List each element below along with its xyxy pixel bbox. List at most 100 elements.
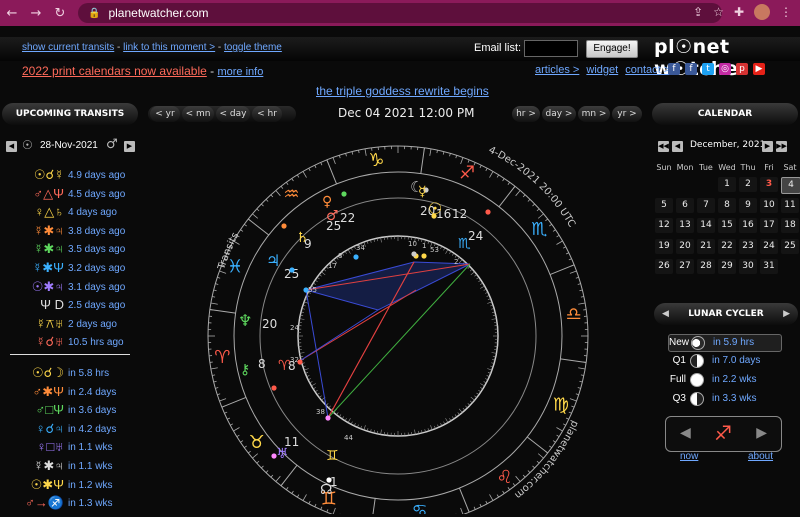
lunar-next-icon[interactable]: ▶ [783, 303, 790, 325]
extensions-icon[interactable]: ✚ [734, 5, 744, 19]
planet-marker[interactable] [289, 267, 295, 273]
planet-marker[interactable] [485, 209, 491, 215]
planet-marker[interactable] [271, 385, 277, 391]
youtube-icon[interactable]: ▶ [753, 63, 765, 75]
address-bar[interactable]: 🔒 planetwatcher.com [78, 3, 722, 23]
prev-date-button[interactable]: ◀ [6, 141, 17, 152]
next-date-button[interactable]: ▶ [124, 141, 135, 152]
transit-row[interactable]: ☿⚻♅ 2 days ago [0, 315, 150, 333]
transit-row[interactable]: ♀□♅ in 1.1 wks [0, 438, 150, 456]
calendar-day[interactable]: 12 [655, 218, 673, 233]
calendar-day[interactable]: 1 [718, 177, 736, 192]
print-calendars-link[interactable]: 2022 print calendars now available [22, 64, 207, 78]
prev-year-button[interactable]: < yr [150, 106, 180, 122]
lunar-phase-row[interactable]: Q3 in 3.3 wks [668, 391, 778, 407]
planet-marker[interactable] [297, 359, 303, 365]
calendar-day[interactable]: 8 [718, 197, 736, 213]
lunar-phase-row[interactable]: Full in 2.2 wks [668, 372, 778, 388]
calendar-day[interactable]: 13 [676, 218, 694, 233]
now-link[interactable]: now [680, 451, 698, 462]
contact-link[interactable]: contact > [625, 64, 670, 76]
planet-marker[interactable] [325, 415, 331, 421]
calendar-day[interactable]: 27 [676, 259, 694, 274]
prev-year-cal-button[interactable]: ◀◀ [658, 141, 669, 152]
share-icon[interactable]: ⇪ [693, 5, 703, 19]
prev-day-button[interactable]: < day [216, 106, 250, 122]
calendar-day[interactable]: 21 [697, 238, 715, 254]
widget-prev-icon[interactable]: ◀ [680, 425, 691, 441]
calendar-day[interactable]: 3 [760, 177, 778, 192]
transit-row[interactable]: ☉✱♃ 3.1 days ago [0, 278, 150, 296]
transit-row[interactable]: ☿✱♃ 3.8 days ago [0, 222, 150, 240]
menu-icon[interactable]: ⋮ [780, 5, 792, 19]
twitter-icon[interactable]: t [702, 63, 714, 75]
calendar-day[interactable]: 5 [655, 197, 673, 213]
transit-row[interactable]: Ψ D 2.5 days ago [0, 296, 150, 314]
articles-link[interactable]: articles > [535, 64, 579, 76]
lunar-phase-row[interactable]: Q1 in 7.0 days [668, 353, 778, 369]
calendar-day[interactable]: 19 [655, 238, 673, 254]
calendar-day[interactable]: 7 [697, 197, 715, 213]
calendar-day[interactable]: 26 [655, 259, 673, 274]
planet-marker[interactable] [411, 251, 417, 257]
calendar-day[interactable]: 25 [781, 238, 799, 254]
calendar-day[interactable]: 9 [739, 197, 757, 213]
next-month-button[interactable]: mn > [578, 106, 610, 122]
transit-row[interactable]: ♀☌♃ in 4.2 days [0, 420, 150, 438]
facebook-icon[interactable]: f [668, 63, 680, 75]
calendar-day[interactable]: 11 [781, 197, 799, 213]
widget-next-icon[interactable]: ▶ [756, 425, 767, 441]
prev-month-button[interactable]: < mn [182, 106, 214, 122]
calendar-day[interactable]: 16 [739, 218, 757, 233]
link-to-moment-link[interactable]: link to this moment > [123, 42, 215, 53]
planet-marker[interactable] [303, 287, 309, 293]
instagram-icon[interactable]: ◎ [719, 63, 731, 75]
calendar-day[interactable]: 23 [739, 238, 757, 254]
planet-marker[interactable] [341, 191, 347, 197]
show-current-transits-link[interactable]: show current transits [22, 42, 114, 53]
about-link[interactable]: about [748, 451, 773, 462]
calendar-day[interactable]: 31 [760, 259, 778, 274]
avatar[interactable] [754, 4, 770, 20]
planet-marker[interactable] [353, 254, 359, 260]
transit-row[interactable]: ♀△♄ 4 days ago [0, 203, 150, 221]
calendar-day[interactable]: 18 [781, 218, 799, 233]
calendar-day[interactable]: 24 [760, 238, 778, 254]
next-hour-button[interactable]: hr > [512, 106, 540, 122]
pinterest-icon[interactable]: p [736, 63, 748, 75]
calendar-day[interactable]: 4 [781, 177, 800, 194]
calendar-day[interactable]: 10 [760, 197, 778, 213]
back-icon[interactable]: ← [0, 6, 24, 21]
calendar-day[interactable]: 22 [718, 238, 736, 254]
calendar-day[interactable]: 15 [718, 218, 736, 233]
toggle-theme-link[interactable]: toggle theme [224, 42, 282, 53]
prev-hour-button[interactable]: < hr [252, 106, 282, 122]
transit-row[interactable]: ♂□Ψ in 3.6 days [0, 401, 150, 419]
transit-row[interactable]: ☿✱♃ in 1.1 wks [0, 457, 150, 475]
next-month-cal-button[interactable]: ▶ [762, 141, 773, 152]
calendar-day[interactable]: 29 [718, 259, 736, 274]
astrology-wheel[interactable]: ♑♐♏♎♍♌♋♊♉♈♓♒ 20 16 122522925208 81112410 1 53… [188, 130, 608, 514]
planet-marker[interactable] [421, 253, 427, 259]
next-day-button[interactable]: day > [542, 106, 576, 122]
more-info-link[interactable]: more info [217, 66, 263, 78]
transit-row[interactable]: ☉✱Ψ in 1.2 wks [0, 476, 150, 494]
next-year-button[interactable]: yr > [612, 106, 642, 122]
calendar-day[interactable]: 28 [697, 259, 715, 274]
transit-row[interactable]: ☿✱♃ 3.5 days ago [0, 240, 150, 258]
transit-row[interactable]: ☿☌♅ 10.5 hrs ago [0, 333, 150, 351]
transit-row[interactable]: ♂△Ψ 4.5 days ago [0, 185, 150, 203]
headline-link[interactable]: the triple goddess rewrite begins [316, 84, 489, 98]
calendar-day[interactable]: 6 [676, 197, 694, 213]
transit-row[interactable]: ♂✱Ψ in 2.4 days [0, 383, 150, 401]
prev-month-cal-button[interactable]: ◀ [672, 141, 683, 152]
planet-marker[interactable] [281, 223, 287, 229]
calendar-day[interactable]: 30 [739, 259, 757, 274]
transit-row[interactable]: ♂→♐ in 1.3 wks [0, 494, 150, 512]
reload-icon[interactable]: ↻ [48, 6, 72, 21]
lunar-prev-icon[interactable]: ◀ [662, 303, 669, 325]
calendar-day[interactable]: 14 [697, 218, 715, 233]
calendar-day[interactable]: 2 [739, 177, 757, 192]
transit-row[interactable]: ☉☌☽ in 5.8 hrs [0, 364, 150, 382]
widget-link[interactable]: widget [586, 64, 618, 76]
